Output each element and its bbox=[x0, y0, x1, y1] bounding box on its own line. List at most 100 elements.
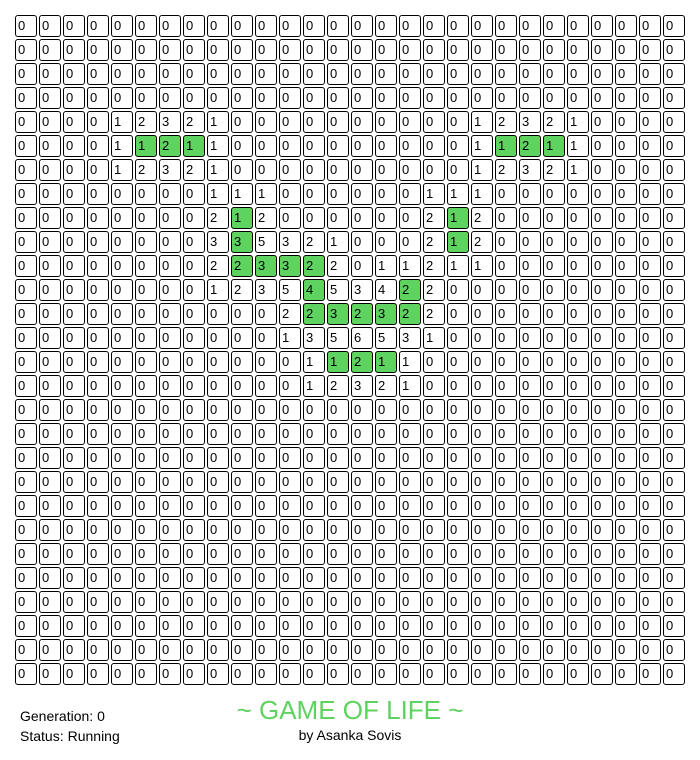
grid-cell[interactable]: 0 bbox=[663, 327, 685, 349]
grid-cell[interactable]: 0 bbox=[111, 447, 133, 469]
grid-cell[interactable]: 0 bbox=[87, 207, 109, 229]
grid-cell[interactable]: 0 bbox=[663, 519, 685, 541]
grid-cell[interactable]: 0 bbox=[663, 231, 685, 253]
grid-cell[interactable]: 0 bbox=[639, 303, 661, 325]
grid-cell[interactable]: 0 bbox=[663, 159, 685, 181]
grid-cell[interactable]: 0 bbox=[567, 183, 589, 205]
grid-cell[interactable]: 0 bbox=[255, 615, 277, 637]
grid-cell[interactable]: 0 bbox=[663, 615, 685, 637]
grid-cell[interactable]: 0 bbox=[15, 567, 37, 589]
grid-cell[interactable]: 0 bbox=[159, 207, 181, 229]
grid-cell[interactable]: 0 bbox=[615, 447, 637, 469]
grid-cell[interactable]: 2 bbox=[183, 111, 205, 133]
grid-cell[interactable]: 0 bbox=[279, 471, 301, 493]
grid-cell[interactable]: 0 bbox=[159, 39, 181, 61]
grid-cell[interactable]: 0 bbox=[639, 471, 661, 493]
grid-cell[interactable]: 0 bbox=[399, 159, 421, 181]
grid-cell[interactable]: 0 bbox=[255, 135, 277, 157]
grid-cell[interactable]: 0 bbox=[447, 423, 469, 445]
grid-cell[interactable]: 0 bbox=[39, 519, 61, 541]
grid-cell[interactable]: 0 bbox=[447, 15, 469, 37]
grid-cell[interactable]: 0 bbox=[495, 423, 517, 445]
grid-cell[interactable]: 0 bbox=[159, 279, 181, 301]
grid-cell[interactable]: 0 bbox=[183, 399, 205, 421]
grid-cell[interactable]: 0 bbox=[63, 567, 85, 589]
grid-cell[interactable]: 0 bbox=[255, 639, 277, 661]
grid-cell[interactable]: 3 bbox=[375, 303, 397, 325]
grid-cell[interactable]: 0 bbox=[567, 447, 589, 469]
grid-cell[interactable]: 0 bbox=[231, 39, 253, 61]
grid-cell[interactable]: 0 bbox=[87, 471, 109, 493]
grid-cell[interactable]: 0 bbox=[447, 135, 469, 157]
grid-cell[interactable]: 1 bbox=[471, 135, 493, 157]
grid-cell[interactable]: 0 bbox=[591, 327, 613, 349]
grid-cell[interactable]: 0 bbox=[351, 15, 373, 37]
grid-cell[interactable]: 0 bbox=[423, 375, 445, 397]
grid-cell[interactable]: 0 bbox=[663, 591, 685, 613]
grid-cell[interactable]: 0 bbox=[279, 39, 301, 61]
grid-cell[interactable]: 3 bbox=[255, 255, 277, 277]
grid-cell[interactable]: 0 bbox=[519, 183, 541, 205]
grid-cell[interactable]: 1 bbox=[231, 207, 253, 229]
grid-cell[interactable]: 0 bbox=[63, 399, 85, 421]
grid-cell[interactable]: 0 bbox=[591, 231, 613, 253]
grid-cell[interactable]: 0 bbox=[615, 255, 637, 277]
grid-cell[interactable]: 0 bbox=[495, 207, 517, 229]
grid-cell[interactable]: 0 bbox=[63, 327, 85, 349]
grid-cell[interactable]: 2 bbox=[375, 375, 397, 397]
grid-cell[interactable]: 0 bbox=[63, 471, 85, 493]
grid-cell[interactable]: 1 bbox=[255, 183, 277, 205]
grid-cell[interactable]: 1 bbox=[207, 183, 229, 205]
grid-cell[interactable]: 5 bbox=[327, 327, 349, 349]
grid-cell[interactable]: 0 bbox=[639, 87, 661, 109]
grid-cell[interactable]: 2 bbox=[279, 303, 301, 325]
grid-cell[interactable]: 0 bbox=[159, 471, 181, 493]
grid-cell[interactable]: 0 bbox=[39, 375, 61, 397]
grid-cell[interactable]: 0 bbox=[447, 351, 469, 373]
grid-cell[interactable]: 0 bbox=[279, 423, 301, 445]
grid-cell[interactable]: 0 bbox=[39, 663, 61, 685]
grid-cell[interactable]: 2 bbox=[423, 207, 445, 229]
grid-cell[interactable]: 0 bbox=[183, 495, 205, 517]
grid-cell[interactable]: 0 bbox=[399, 39, 421, 61]
grid-cell[interactable]: 0 bbox=[591, 255, 613, 277]
grid-cell[interactable]: 0 bbox=[543, 231, 565, 253]
grid-cell[interactable]: 1 bbox=[375, 255, 397, 277]
grid-cell[interactable]: 0 bbox=[519, 303, 541, 325]
grid-cell[interactable]: 0 bbox=[231, 543, 253, 565]
grid-cell[interactable]: 0 bbox=[111, 423, 133, 445]
grid-cell[interactable]: 1 bbox=[111, 111, 133, 133]
grid-cell[interactable]: 0 bbox=[15, 639, 37, 661]
grid-cell[interactable]: 0 bbox=[159, 183, 181, 205]
grid-cell[interactable]: 0 bbox=[279, 447, 301, 469]
grid-cell[interactable]: 0 bbox=[303, 519, 325, 541]
grid-cell[interactable]: 0 bbox=[495, 567, 517, 589]
grid-cell[interactable]: 0 bbox=[87, 39, 109, 61]
grid-cell[interactable]: 0 bbox=[303, 15, 325, 37]
grid-cell[interactable]: 0 bbox=[135, 615, 157, 637]
grid-cell[interactable]: 0 bbox=[519, 327, 541, 349]
grid-cell[interactable]: 0 bbox=[327, 87, 349, 109]
grid-cell[interactable]: 0 bbox=[183, 639, 205, 661]
grid-cell[interactable]: 2 bbox=[495, 159, 517, 181]
grid-cell[interactable]: 0 bbox=[63, 231, 85, 253]
grid-cell[interactable]: 0 bbox=[423, 519, 445, 541]
grid-cell[interactable]: 0 bbox=[135, 543, 157, 565]
grid-cell[interactable]: 0 bbox=[207, 663, 229, 685]
grid-cell[interactable]: 0 bbox=[615, 375, 637, 397]
grid-cell[interactable]: 0 bbox=[471, 399, 493, 421]
grid-cell[interactable]: 0 bbox=[423, 495, 445, 517]
grid-cell[interactable]: 0 bbox=[471, 279, 493, 301]
grid-cell[interactable]: 0 bbox=[111, 663, 133, 685]
grid-cell[interactable]: 0 bbox=[495, 351, 517, 373]
grid-cell[interactable]: 3 bbox=[351, 279, 373, 301]
grid-cell[interactable]: 0 bbox=[159, 639, 181, 661]
grid-cell[interactable]: 0 bbox=[351, 543, 373, 565]
grid-cell[interactable]: 0 bbox=[87, 375, 109, 397]
grid-cell[interactable]: 2 bbox=[423, 231, 445, 253]
grid-cell[interactable]: 0 bbox=[207, 399, 229, 421]
grid-cell[interactable]: 0 bbox=[567, 399, 589, 421]
grid-cell[interactable]: 0 bbox=[15, 591, 37, 613]
grid-cell[interactable]: 0 bbox=[567, 279, 589, 301]
grid-cell[interactable]: 0 bbox=[519, 375, 541, 397]
